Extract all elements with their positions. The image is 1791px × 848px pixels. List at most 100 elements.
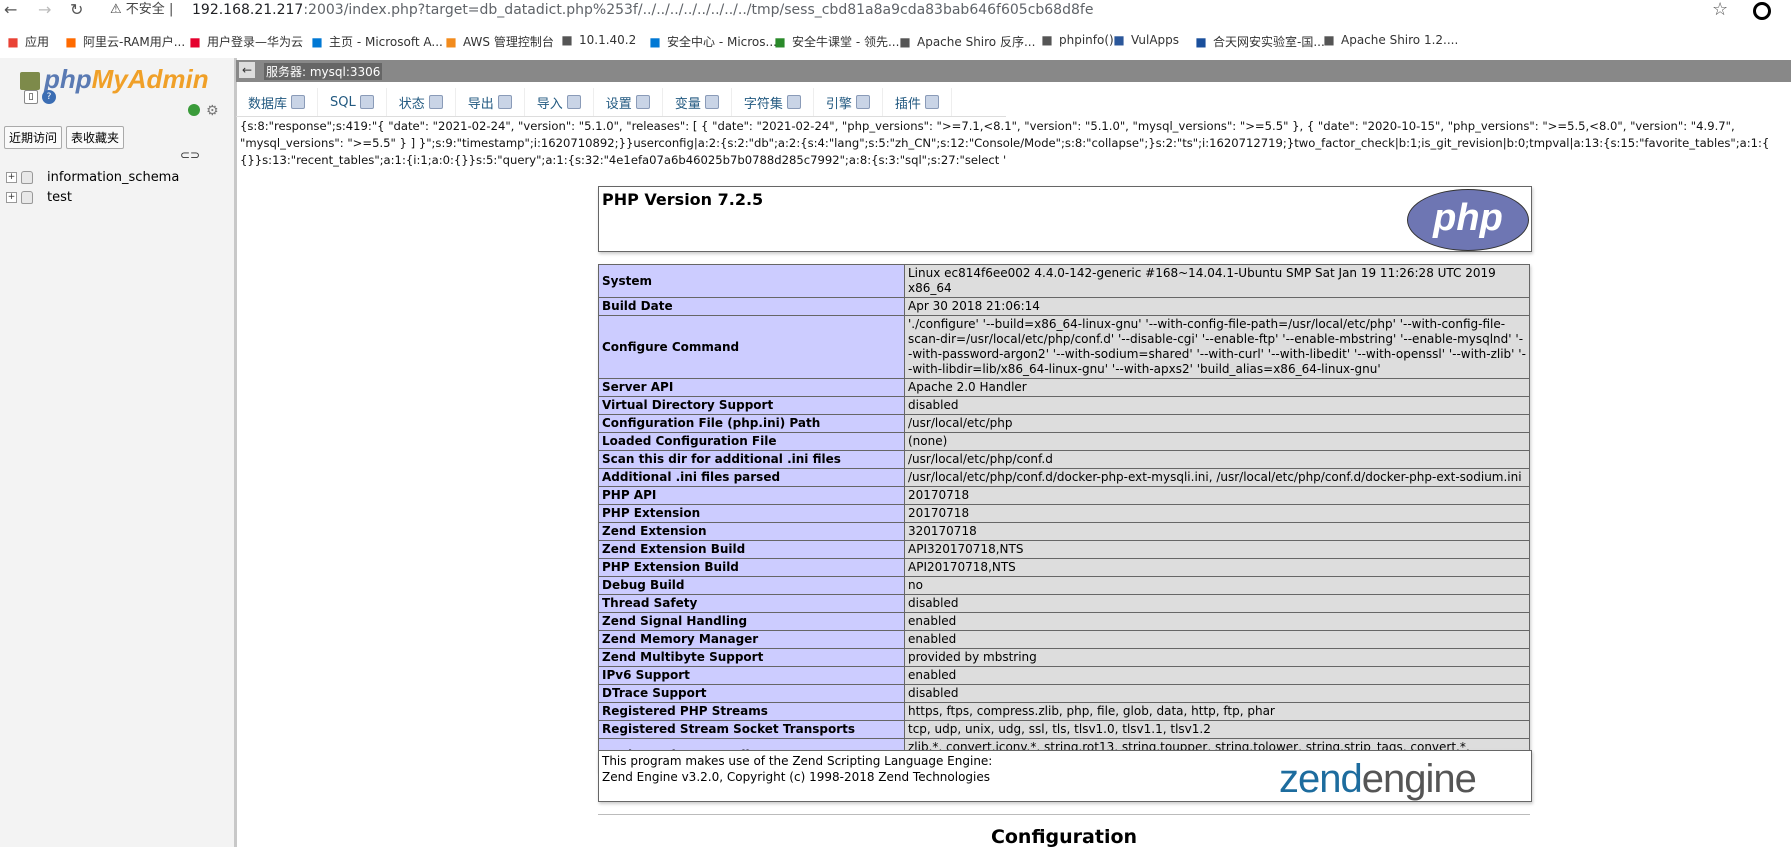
insecure-warning[interactable]: ⚠ 不安全 | (110, 1, 173, 19)
bookmark-label: 用户登录—华为云 (207, 35, 304, 49)
collapse-arrow-icon[interactable]: ← (239, 62, 255, 78)
setting-name: DTrace Support (598, 684, 905, 703)
setting-name: Virtual Directory Support (598, 396, 905, 415)
db-item-information-schema[interactable]: + information_schema (6, 170, 179, 185)
bookmark-item[interactable]: ■ 安全牛课堂 - 领先... (773, 33, 899, 50)
table-row: Additional .ini files parsed/usr/local/e… (598, 468, 1530, 487)
reload-icon[interactable]: ↻ (70, 0, 83, 20)
menu-label: SQL (330, 94, 356, 110)
pma-sidebar: phpMyAdmin ▯ ? ⚙ 近期访问 表收藏夹 ⊂⊃ + informati… (0, 58, 237, 847)
arrow-right-icon[interactable]: → (38, 0, 51, 20)
setting-value: /usr/local/etc/php/conf.d/docker-php-ext… (904, 468, 1530, 487)
table-row: IPv6 Support enabled (598, 666, 1530, 685)
table-row: Configuration File (php.ini) Path/usr/lo… (598, 414, 1530, 433)
expand-icon[interactable]: + (6, 192, 17, 203)
table-row: Configure Command './configure' '--build=… (598, 315, 1530, 379)
gear-icon[interactable]: ⚙ (206, 104, 220, 118)
setting-value: (none) (904, 432, 1530, 451)
setting-value: API320170718,NTS (904, 540, 1530, 559)
aliyun-icon: ■ (65, 34, 77, 49)
menu-item[interactable]: 设置 (594, 88, 663, 116)
reload-navigation-icon[interactable] (188, 104, 200, 116)
zend-engine-logo: zendengine (1279, 757, 1477, 802)
setting-value: enabled (904, 666, 1530, 685)
help-icon[interactable]: ? (42, 90, 56, 104)
table-row: Server API Apache 2.0 Handler (598, 378, 1530, 397)
table-row: Virtual Directory Support disabled (598, 396, 1530, 415)
db-item-test[interactable]: + test (6, 190, 72, 205)
menu-label: 引擎 (825, 96, 852, 112)
phpinfo-header: PHP Version 7.2.5 php (598, 186, 1532, 252)
setting-value: /usr/local/etc/php (904, 414, 1530, 433)
logout-icon[interactable]: ▯ (24, 90, 38, 104)
bookmarks-bar: ■ 应用 ■ 阿里云-RAM用户... ■ 用户登录—华为云 ■ 主页 - Microsoft… (0, 28, 1791, 54)
globe-icon: ■ (561, 33, 573, 47)
bookmark-item[interactable]: ■ Apache Shiro 1.2.... (1322, 33, 1458, 47)
setting-value: disabled (904, 684, 1530, 703)
setting-value: tcp, udp, unix, udg, ssl, tls, tlsv1.0, … (904, 720, 1530, 739)
db-name[interactable]: information_schema (47, 170, 179, 185)
link-icon[interactable]: ⊂⊃ (180, 148, 200, 162)
status-icon (428, 95, 443, 109)
recent-tab[interactable]: 近期访问 (4, 126, 63, 149)
bookmark-item[interactable]: ■ 主页 - Microsoft A... (310, 33, 443, 50)
bookmark-item[interactable]: ■ 阿里云-RAM用户... (64, 33, 185, 50)
bookmark-item[interactable]: ■ AWS 管理控制台 (444, 33, 554, 50)
setting-value: /usr/local/etc/php/conf.d (904, 450, 1530, 469)
table-row: Zend Multibyte Support provided by mbstri… (598, 648, 1530, 667)
expand-icon[interactable]: + (6, 172, 17, 183)
bookmark-label: Apache Shiro 1.2.... (1341, 33, 1459, 47)
menu-item[interactable]: 字符集 (732, 88, 814, 116)
home-icon (20, 72, 40, 91)
bookmark-item[interactable]: ■ Apache Shiro 反序... (898, 33, 1035, 50)
table-row: Zend Extension 320170718 (598, 522, 1530, 541)
setting-value: './configure' '--build=x86_64-linux-gnu'… (904, 315, 1530, 379)
sidebar-tabs: 近期访问 表收藏夹 (4, 126, 125, 149)
table-row: Loaded Configuration File (none) (598, 432, 1530, 451)
phpinfo-table: System Linux ec814f6ee002 4.4.0-142-gener… (598, 264, 1530, 772)
table-row: Scan this dir for additional .ini files /… (598, 450, 1530, 469)
setting-value: disabled (904, 396, 1530, 415)
bookmark-item[interactable]: ■ VulApps (1112, 33, 1179, 47)
db-name[interactable]: test (47, 190, 72, 205)
menu-item[interactable]: 引擎 (814, 88, 883, 116)
menu-item[interactable]: 导入 (525, 88, 594, 116)
setting-name: Zend Memory Manager (598, 630, 905, 649)
menu-label: 插件 (894, 96, 921, 112)
bookmark-label: 主页 - Microsoft A... (329, 35, 443, 49)
menu-label: 导入 (536, 96, 563, 112)
url-field[interactable]: 192.168.21.217:2003/index.php?target=db_… (192, 0, 1093, 20)
star-icon[interactable]: ☆ (1712, 0, 1728, 20)
setting-value: https, ftps, compress.zlib, php, file, g… (904, 702, 1530, 721)
server-label[interactable]: 服务器: mysql:3306 (264, 63, 383, 80)
profile-icon[interactable] (1753, 2, 1771, 20)
zend-logo-word: zend (1279, 757, 1363, 801)
table-row: Build Date Apr 30 2018 21:06:14 (598, 297, 1530, 316)
zend-engine-box: This program makes use of the Zend Scrip… (598, 750, 1532, 802)
engine-logo-word: engine (1361, 757, 1477, 801)
bookmark-item[interactable]: ■ 应用 (6, 33, 49, 50)
menu-item[interactable]: 状态 (387, 88, 456, 116)
bookmark-item[interactable]: ■ 合天网安实验室-国... (1194, 33, 1324, 50)
table-row: DTrace Support disabled (598, 684, 1530, 703)
setting-name: PHP Extension (598, 504, 905, 523)
bookmark-item[interactable]: ■ 10.1.40.2 (560, 33, 636, 47)
setting-name: Configuration File (php.ini) Path (598, 414, 905, 433)
favorites-tab[interactable]: 表收藏夹 (66, 126, 125, 149)
menu-label: 字符集 (743, 96, 783, 112)
logo-admin-text: MyAdmin (91, 64, 209, 94)
bookmark-label: 安全中心 - Micros... (667, 35, 777, 49)
bookmark-item[interactable]: ■ 安全中心 - Micros... (648, 33, 777, 50)
feather-icon: ■ (899, 34, 911, 49)
setting-value: Linux ec814f6ee002 4.4.0-142-generic #16… (904, 264, 1530, 298)
bookmark-label: 10.1.40.2 (579, 33, 637, 47)
menu-item[interactable]: 插件 (883, 88, 952, 116)
bookmark-item[interactable]: ■ 用户登录—华为云 (188, 33, 303, 50)
menu-item[interactable]: 变量 (663, 88, 732, 116)
menu-item[interactable]: 导出 (456, 88, 525, 116)
bookmark-item[interactable]: ■ phpinfo() (1040, 33, 1113, 47)
menu-item[interactable]: SQL (318, 88, 387, 116)
setting-value: enabled (904, 630, 1530, 649)
arrow-left-icon[interactable]: ← (4, 0, 17, 20)
menu-item[interactable]: 数据库 (236, 88, 319, 116)
